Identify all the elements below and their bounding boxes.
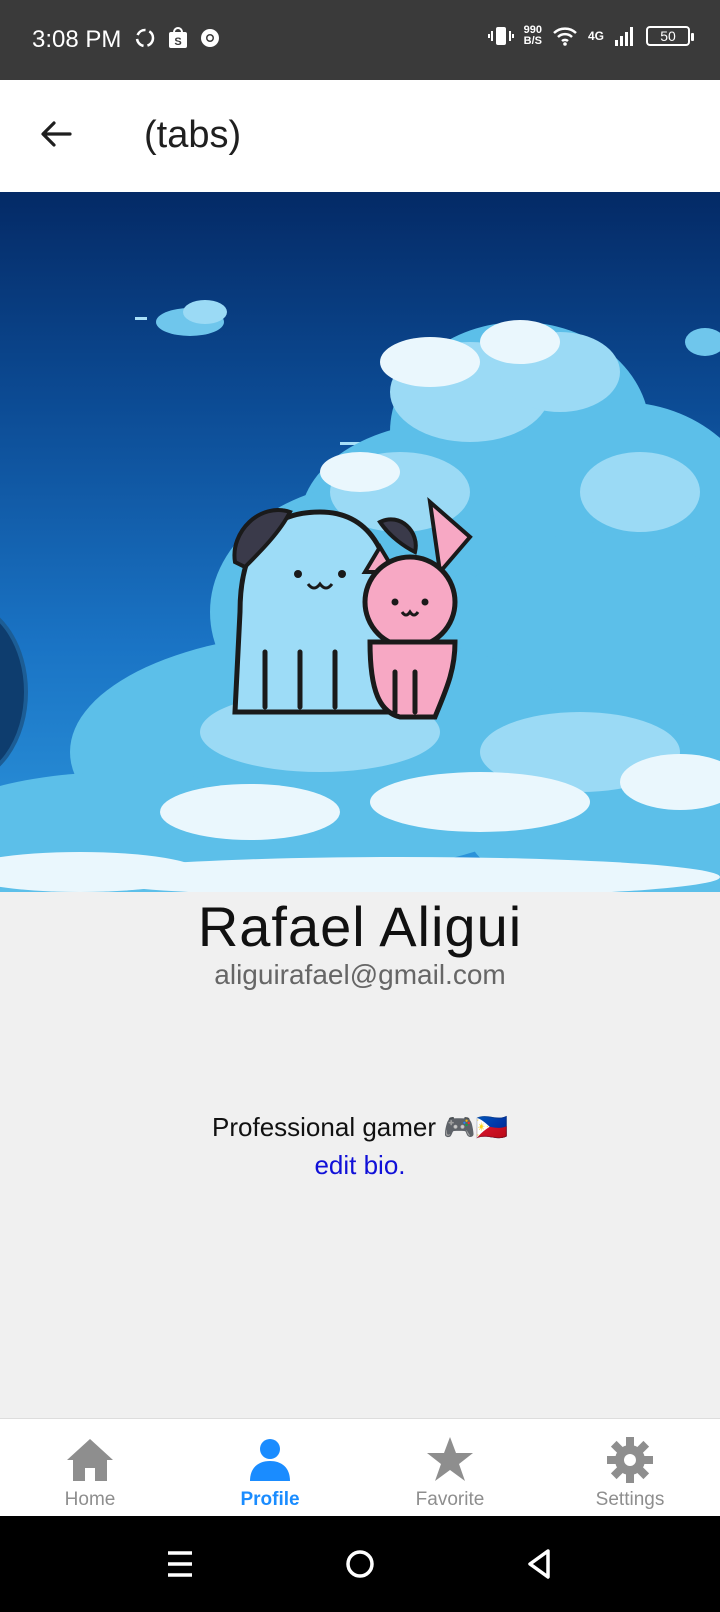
shop-icon: S <box>169 27 187 48</box>
status-icons-right: 990 B/S 4G 50 <box>487 24 694 48</box>
arrow-left-icon[interactable] <box>36 114 76 154</box>
user-icon <box>250 1439 290 1481</box>
status-time: 3:08 PM <box>32 26 122 53</box>
svg-text:S: S <box>174 36 181 48</box>
profile-email: aliguirafael@gmail.com <box>214 959 506 990</box>
tab-label: Settings <box>595 1489 665 1510</box>
tab-home[interactable]: Home <box>0 1419 180 1517</box>
vibrate-icon <box>487 27 514 45</box>
edit-bio-link[interactable]: edit bio. <box>0 1150 720 1181</box>
wifi-icon <box>553 27 577 46</box>
status-bar: 3:08 PM S 990 B/S 4G 50 <box>0 0 720 80</box>
tab-label: Profile <box>240 1489 300 1510</box>
gear-icon <box>607 1437 653 1483</box>
tab-profile[interactable]: Profile <box>180 1419 360 1517</box>
tab-favorite[interactable]: Favorite <box>360 1419 540 1517</box>
tab-label: Home <box>64 1489 116 1510</box>
profile-info: Rafael Aligui aliguirafael@gmail.com <box>0 892 720 991</box>
tab-settings[interactable]: Settings <box>540 1419 720 1517</box>
home-button-icon[interactable] <box>342 1546 378 1582</box>
tab-label: Favorite <box>415 1489 485 1510</box>
home-icon <box>67 1439 113 1481</box>
page-title: (tabs) <box>144 114 242 156</box>
profile-banner-image <box>0 192 720 892</box>
bottom-tab-bar: Home Profile Favorite Settings <box>0 1418 720 1517</box>
screen: 3:08 PM S 990 B/S 4G 50 (tabs) Rafael Al… <box>0 0 720 1612</box>
system-nav-bar <box>0 1516 720 1612</box>
network-type: 4G <box>587 29 604 43</box>
sync-icon <box>135 28 155 48</box>
battery-level: 50 <box>660 28 676 44</box>
recent-apps-icon[interactable] <box>162 1546 198 1582</box>
profile-name: Rafael Aligui <box>197 895 523 958</box>
net-speed: 990 B/S <box>524 25 542 47</box>
profile-bio: Professional gamer 🎮🇵🇭 <box>212 1112 508 1142</box>
app-bar: (tabs) <box>0 80 720 192</box>
battery-icon: 50 <box>646 26 694 46</box>
avatar <box>232 496 473 720</box>
signal-icon <box>615 27 633 46</box>
status-icons-left: S <box>133 26 221 50</box>
net-speed-unit: B/S <box>523 35 542 47</box>
sky-clouds-illustration <box>0 300 720 892</box>
chrome-icon <box>201 29 219 47</box>
star-icon <box>427 1437 473 1481</box>
back-button-icon[interactable] <box>522 1546 558 1582</box>
